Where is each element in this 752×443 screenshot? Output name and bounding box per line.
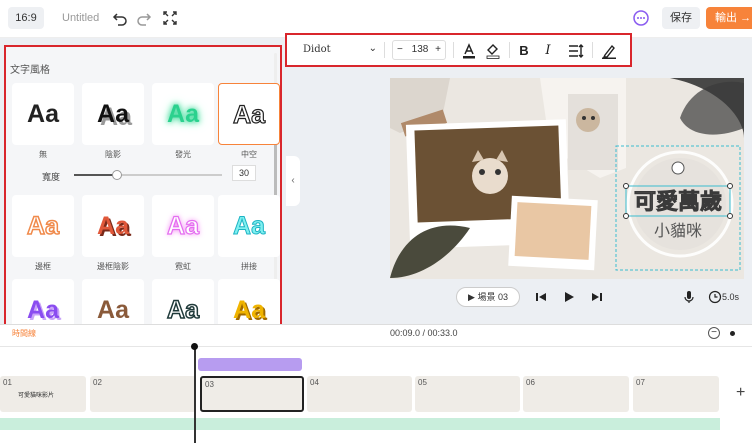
style-neon-tile[interactable]: Aa [152,195,214,257]
chevron-left-icon: ‹ [291,175,295,186]
divider [453,42,454,58]
style-glow-tile[interactable]: Aa [152,83,214,145]
previous-icon[interactable] [534,290,548,304]
collapse-panel-button[interactable]: ‹ [286,156,300,206]
font-family-select[interactable]: Didot ⌄ [303,43,377,55]
divider [592,42,593,58]
italic-button[interactable]: I [540,43,556,59]
font-size-stepper[interactable]: − 138 + [392,40,446,60]
style-outline-tile[interactable]: Aa [12,195,74,257]
style-3d-purple-tile[interactable]: Aa [12,279,74,325]
font-size-decrease-button[interactable]: − [397,41,403,59]
style-none-tile[interactable]: Aa [12,83,74,145]
export-button[interactable]: 輸出 → [706,7,752,29]
style-splice-tile[interactable]: Aa [218,195,280,257]
clip-number: 04 [310,378,319,387]
style-brown-tile[interactable]: Aa [82,279,144,325]
document-title[interactable]: Untitled [62,12,99,24]
chevron-down-icon: ⌄ [368,43,377,54]
style-label: 中空 [241,150,257,159]
style-label: 發光 [175,150,191,159]
text-format-toolbar: Didot ⌄ − 138 + B I [285,33,632,67]
timeline-clip[interactable]: 04 [307,376,412,412]
zoom-out-button[interactable]: − [708,327,720,339]
style-label: 陰影 [105,150,121,159]
clip-number: 05 [418,378,427,387]
canvas-heading[interactable]: 可愛萬歲 [634,189,723,216]
highlight-color-icon[interactable] [485,43,501,59]
style-label: 邊框 [35,262,51,271]
text-color-icon[interactable] [461,43,477,59]
timecode: 00:09.0 / 00:33.0 [390,328,458,338]
timeline-clip[interactable]: 01 可愛貓咪影片 [0,376,86,412]
microphone-icon[interactable] [682,290,696,304]
timeline-ruler[interactable] [0,346,752,347]
width-input[interactable]: 30 [232,165,256,181]
clip-caption: 可愛貓咪影片 [18,393,55,399]
divider [509,42,510,58]
text-style-panel: 文字風格 Aa Aa Aa Aa 無 陰影 發光 中空 寬度 30 Aa Aa … [4,45,282,327]
font-size-increase-button[interactable]: + [435,41,441,59]
play-icon[interactable] [562,290,576,304]
fullscreen-icon[interactable] [162,10,178,26]
style-label: 拼接 [241,262,257,271]
comment-icon[interactable] [632,9,650,27]
canvas-artwork: 可愛萬歲 小貓咪 [390,78,744,279]
width-slider-handle[interactable] [112,170,122,180]
panel-title: 文字風格 [10,65,50,76]
scene-duration[interactable]: 5.0s [722,292,739,302]
style-shadow-tile[interactable]: Aa [82,83,144,145]
aspect-ratio-button[interactable]: 16:9 [8,7,44,29]
next-icon[interactable] [590,290,604,304]
timeline-label: 時間線 [12,329,36,338]
playhead[interactable] [194,347,196,443]
clip-number: 07 [636,378,645,387]
clip-number: 06 [526,378,535,387]
audio-track[interactable] [0,418,720,430]
style-label: 邊框陰影 [97,262,129,271]
font-size-value[interactable]: 138 [409,41,431,59]
clip-number: 02 [93,378,102,387]
add-scene-button[interactable]: + [736,384,745,402]
playhead-handle[interactable] [191,343,198,350]
timeline-clip[interactable]: 06 [523,376,629,412]
clip-number: 01 [3,378,12,387]
canvas-subheading[interactable]: 小貓咪 [654,221,702,240]
scene-selector[interactable]: ▶ 場景 03 [456,287,520,307]
style-label: 無 [39,150,47,159]
width-slider-fill [74,174,116,176]
bold-button[interactable]: B [516,43,532,59]
clock-icon [708,290,722,304]
save-button[interactable]: 保存 [662,7,700,29]
timeline-clip[interactable]: 05 [415,376,520,412]
font-family-value: Didot [303,44,331,55]
text-style-icon[interactable] [601,43,617,59]
export-label: 輸出 [715,12,737,24]
style-outline-shadow-tile[interactable]: Aa [82,195,144,257]
style-label: 霓虹 [175,262,191,271]
divider [384,42,385,58]
style-hollow-tile[interactable]: Aa [218,83,280,145]
timeline-clip[interactable]: 02 [90,376,196,412]
timeline-clip-selected[interactable]: 03 [200,376,304,412]
style-gold-tile[interactable]: Aa [218,279,280,325]
text-track-bar[interactable] [198,358,302,371]
arrow-right-icon: → [740,12,752,24]
clip-number: 03 [205,380,214,389]
undo-icon[interactable] [112,10,128,26]
style-dark-outline-tile[interactable]: Aa [152,279,214,325]
timeline-clip[interactable]: 07 [633,376,719,412]
redo-icon[interactable] [136,10,152,26]
zoom-slider-handle[interactable] [730,331,735,336]
line-spacing-icon[interactable] [568,43,584,59]
design-canvas[interactable]: 可愛萬歲 小貓咪 [390,78,744,279]
width-label: 寬度 [42,172,61,182]
